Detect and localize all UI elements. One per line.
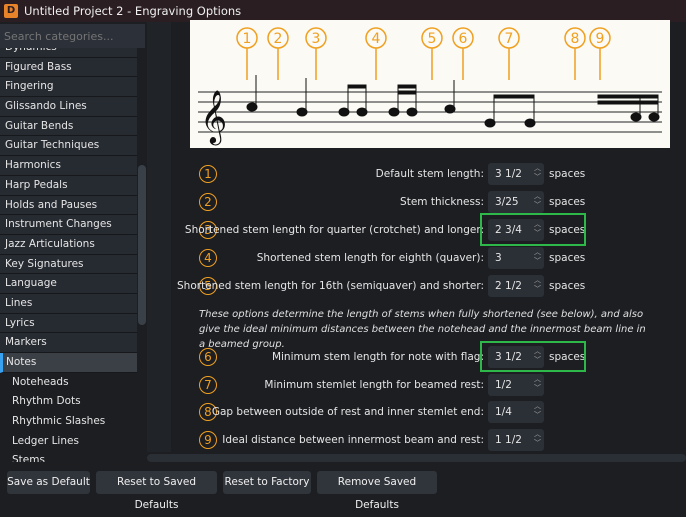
option-number-badge: 4 <box>199 249 217 267</box>
option-label: Minimum stem length for note with flag: <box>271 351 484 363</box>
sidebar-subitem[interactable]: Rhythm Dots <box>0 392 137 413</box>
sidebar-item[interactable]: Markers <box>0 333 137 353</box>
spinner-arrows-icon[interactable]: ︿ ﹀ <box>534 248 541 266</box>
reset-to-factory-button[interactable]: Reset to Factory <box>223 471 311 494</box>
spinbox-value[interactable]: 2 1/2 <box>495 280 522 292</box>
option-label: Minimum stemlet length for beamed rest: <box>264 379 484 391</box>
callout-number: 8 <box>571 31 580 47</box>
option-row: 5 Shortened stem length for 16th (semiqu… <box>147 275 686 299</box>
unit-label: spaces <box>549 252 586 264</box>
unit-label: spaces <box>549 196 586 208</box>
option-label: Shortened stem length for eighth (quaver… <box>256 252 484 264</box>
sidebar-item[interactable]: Glissando Lines <box>0 97 137 117</box>
option-number-badge: 2 <box>199 193 217 211</box>
sidebar-item[interactable]: Notes <box>0 353 137 373</box>
callout-number: 3 <box>312 31 321 47</box>
option-row: 3 Shortened stem length for quarter (cro… <box>147 219 686 243</box>
sidebar-item[interactable]: Guitar Techniques <box>0 136 137 157</box>
save-as-default-button[interactable]: Save as Default <box>7 471 90 494</box>
sidebar-item[interactable]: Language <box>0 274 137 294</box>
sidebar-item[interactable]: Key Signatures <box>0 254 137 275</box>
sidebar-item[interactable]: Figured Bass <box>0 57 137 78</box>
value-spinbox[interactable]: 3 ︿ ﹀ <box>488 247 544 269</box>
sidebar-item[interactable]: Fingering <box>0 77 137 98</box>
callout-number: 7 <box>505 31 514 47</box>
option-label: Gap between outside of rest and inner st… <box>211 406 484 418</box>
option-label: Shortened stem length for 16th (semiquav… <box>177 280 484 292</box>
option-row: 7 Minimum stemlet length for beamed rest… <box>147 374 686 398</box>
spinbox-value[interactable]: 3 <box>495 252 502 264</box>
option-row: 9 Ideal distance between innermost beam … <box>147 429 686 453</box>
spinner-arrows-icon[interactable]: ︿ ﹀ <box>534 164 541 182</box>
callout-number: 2 <box>274 31 283 47</box>
sidebar-item[interactable]: Harp Pedals <box>0 175 137 196</box>
option-row: 1 Default stem length: 3 1/2 ︿ ﹀ spaces <box>147 163 686 187</box>
option-number-badge: 7 <box>199 376 217 394</box>
spinbox-value[interactable]: 1/4 <box>495 406 512 418</box>
spinner-arrows-icon[interactable]: ︿ ﹀ <box>534 430 541 448</box>
callout-number: 1 <box>243 31 252 47</box>
options-panel: 𝄞 123456789 1 Default stem length: 3 1/2… <box>147 20 686 462</box>
sidebar-scrollbar[interactable] <box>138 165 146 325</box>
spinner-arrows-icon[interactable]: ︿ ﹀ <box>534 276 541 294</box>
spinner-arrows-icon[interactable]: ︿ ﹀ <box>534 402 541 420</box>
treble-clef-icon: 𝄞 <box>200 89 227 145</box>
search-categories-input[interactable] <box>0 24 145 48</box>
value-spinbox[interactable]: 3/25 ︿ ﹀ <box>488 191 544 213</box>
category-list: DynamicsFigured BassFingeringGlissando L… <box>0 38 137 462</box>
callout-number: 5 <box>428 31 437 47</box>
remove-saved-defaults-button[interactable]: Remove Saved Defaults <box>317 471 437 511</box>
spinner-arrows-icon[interactable]: ︿ ﹀ <box>534 192 541 210</box>
button-bar: Save as Default Reset to Saved Defaults … <box>0 462 686 511</box>
value-spinbox[interactable]: 1/2 ︿ ﹀ <box>488 374 544 396</box>
sidebar-subitem[interactable]: Rhythmic Slashes <box>0 412 137 432</box>
value-spinbox[interactable]: 3 1/2 ︿ ﹀ <box>488 163 544 185</box>
option-label: Default stem length: <box>375 168 484 180</box>
sidebar-subitem[interactable]: Stems <box>0 451 137 462</box>
callout-number: 4 <box>372 31 381 47</box>
spinbox-value[interactable]: 3 1/2 <box>495 168 522 180</box>
stem-diagram: 𝄞 1 2 3 4 5 6 7 89 <box>190 20 670 148</box>
option-label: Stem thickness: <box>400 196 484 208</box>
spinner-arrows-icon[interactable]: ︿ ﹀ <box>534 375 541 393</box>
option-number-badge: 9 <box>199 431 217 449</box>
sidebar-item[interactable]: Lines <box>0 293 137 314</box>
horizontal-scrollbar[interactable] <box>147 454 686 462</box>
option-row: 4 Shortened stem length for eighth (quav… <box>147 247 686 271</box>
reset-to-saved-defaults-button[interactable]: Reset to Saved Defaults <box>96 471 217 511</box>
sidebar-item[interactable]: Holds and Pauses <box>0 195 137 216</box>
sidebar-item[interactable]: Instrument Changes <box>0 215 137 235</box>
sidebar-item[interactable]: Guitar Bends <box>0 116 137 137</box>
highlight-box <box>480 341 586 372</box>
sidebar-item[interactable]: Jazz Articulations <box>0 234 137 255</box>
title-bar: D Untitled Project 2 - Engraving Options <box>0 0 686 22</box>
category-sidebar: DynamicsFigured BassFingeringGlissando L… <box>0 22 147 462</box>
highlight-box <box>480 213 586 246</box>
spinbox-value[interactable]: 1 1/2 <box>495 434 522 446</box>
value-spinbox[interactable]: 2 1/2 ︿ ﹀ <box>488 275 544 297</box>
unit-label: spaces <box>549 168 586 180</box>
sidebar-subitem[interactable]: Noteheads <box>0 372 137 393</box>
option-label: Ideal distance between innermost beam an… <box>222 434 484 446</box>
option-row: 8 Gap between outside of rest and inner … <box>147 401 686 425</box>
sidebar-item[interactable]: Harmonics <box>0 156 137 176</box>
spinbox-value[interactable]: 3/25 <box>495 196 519 208</box>
option-number-badge: 1 <box>199 165 217 183</box>
value-spinbox[interactable]: 1/4 ︿ ﹀ <box>488 401 544 423</box>
app-icon: D <box>4 4 18 18</box>
window-title: Untitled Project 2 - Engraving Options <box>24 4 242 18</box>
unit-label: spaces <box>549 280 586 292</box>
spinbox-value[interactable]: 1/2 <box>495 379 512 391</box>
option-label: Shortened stem length for quarter (crotc… <box>184 224 484 236</box>
option-row: 2 Stem thickness: 3/25 ︿ ﹀ spaces <box>147 191 686 215</box>
callout-number: 6 <box>459 31 468 47</box>
sidebar-item[interactable]: Lyrics <box>0 313 137 334</box>
sidebar-subitem[interactable]: Ledger Lines <box>0 431 137 452</box>
value-spinbox[interactable]: 1 1/2 ︿ ﹀ <box>488 429 544 451</box>
callout-number: 9 <box>596 31 605 47</box>
